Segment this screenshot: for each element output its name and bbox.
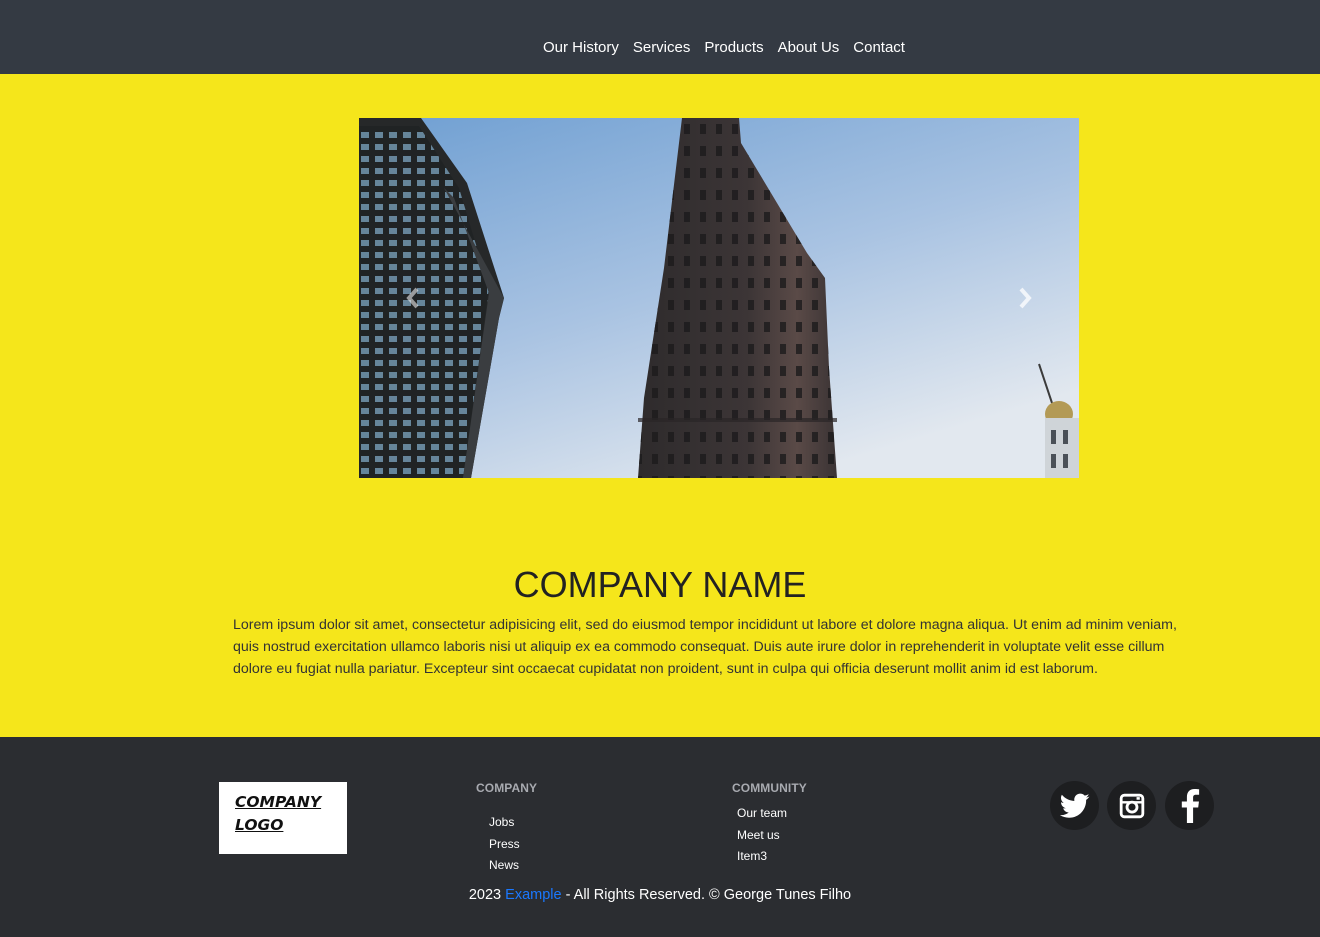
footer-link-jobs[interactable]: Jobs — [489, 815, 514, 829]
instagram-icon[interactable] — [1107, 781, 1156, 830]
page-title: COMPANY NAME — [513, 564, 807, 605]
list-item: News — [489, 855, 520, 877]
copyright-text: - All Rights Reserved. © George Tunes Fi… — [565, 887, 852, 903]
footer-link-press[interactable]: Press — [489, 837, 520, 851]
footer-link-meet-us[interactable]: Meet us — [737, 828, 780, 842]
footer-link-item3[interactable]: Item3 — [737, 849, 767, 863]
footer-link-news[interactable]: News — [489, 858, 519, 872]
logo-line-1: COMPANY — [235, 793, 322, 811]
copyright-year: 2023 — [468, 887, 502, 903]
nav-products[interactable]: Products — [697, 38, 770, 58]
list-item: Jobs — [489, 812, 520, 834]
nav-our-history[interactable]: Our History — [536, 38, 626, 58]
list-item: Press — [489, 834, 520, 856]
footer-link-our-team[interactable]: Our team — [737, 806, 787, 820]
company-links: Jobs Press News — [489, 812, 520, 877]
navbar: Our History Services Products About Us C… — [0, 0, 1320, 74]
logo-line-2: LOGO — [235, 816, 284, 834]
nav-contact[interactable]: Contact — [846, 38, 912, 58]
nav-services[interactable]: Services — [626, 38, 698, 58]
community-heading: COMMUNITY — [732, 781, 807, 795]
company-logo[interactable]: COMPANY LOGO — [219, 782, 347, 854]
chevron-left-icon[interactable] — [401, 283, 425, 313]
company-heading: COMPANY — [476, 781, 538, 795]
twitter-icon[interactable] — [1050, 781, 1099, 830]
copyright-link[interactable]: Example — [505, 887, 561, 903]
footer: COMPANY LOGO COMPANY Jobs Press News COM… — [0, 737, 1320, 937]
nav-about-us[interactable]: About Us — [771, 38, 847, 58]
facebook-icon[interactable] — [1165, 781, 1214, 830]
intro-paragraph: Lorem ipsum dolor sit amet, consectetur … — [233, 617, 1177, 677]
main-nav: Our History Services Products About Us C… — [536, 38, 912, 58]
list-item: Our team — [737, 803, 787, 825]
image-carousel[interactable] — [359, 118, 1079, 478]
list-item: Item3 — [737, 846, 787, 868]
community-links: Our team Meet us Item3 — [737, 803, 787, 868]
hero-section: COMPANY NAME Lorem ipsum dolor sit amet,… — [0, 74, 1320, 737]
carousel-slide-image — [359, 118, 1079, 478]
copyright: 2023 Example - All Rights Reserved. © Ge… — [0, 887, 1320, 903]
chevron-right-icon[interactable] — [1013, 283, 1037, 313]
list-item: Meet us — [737, 825, 787, 847]
